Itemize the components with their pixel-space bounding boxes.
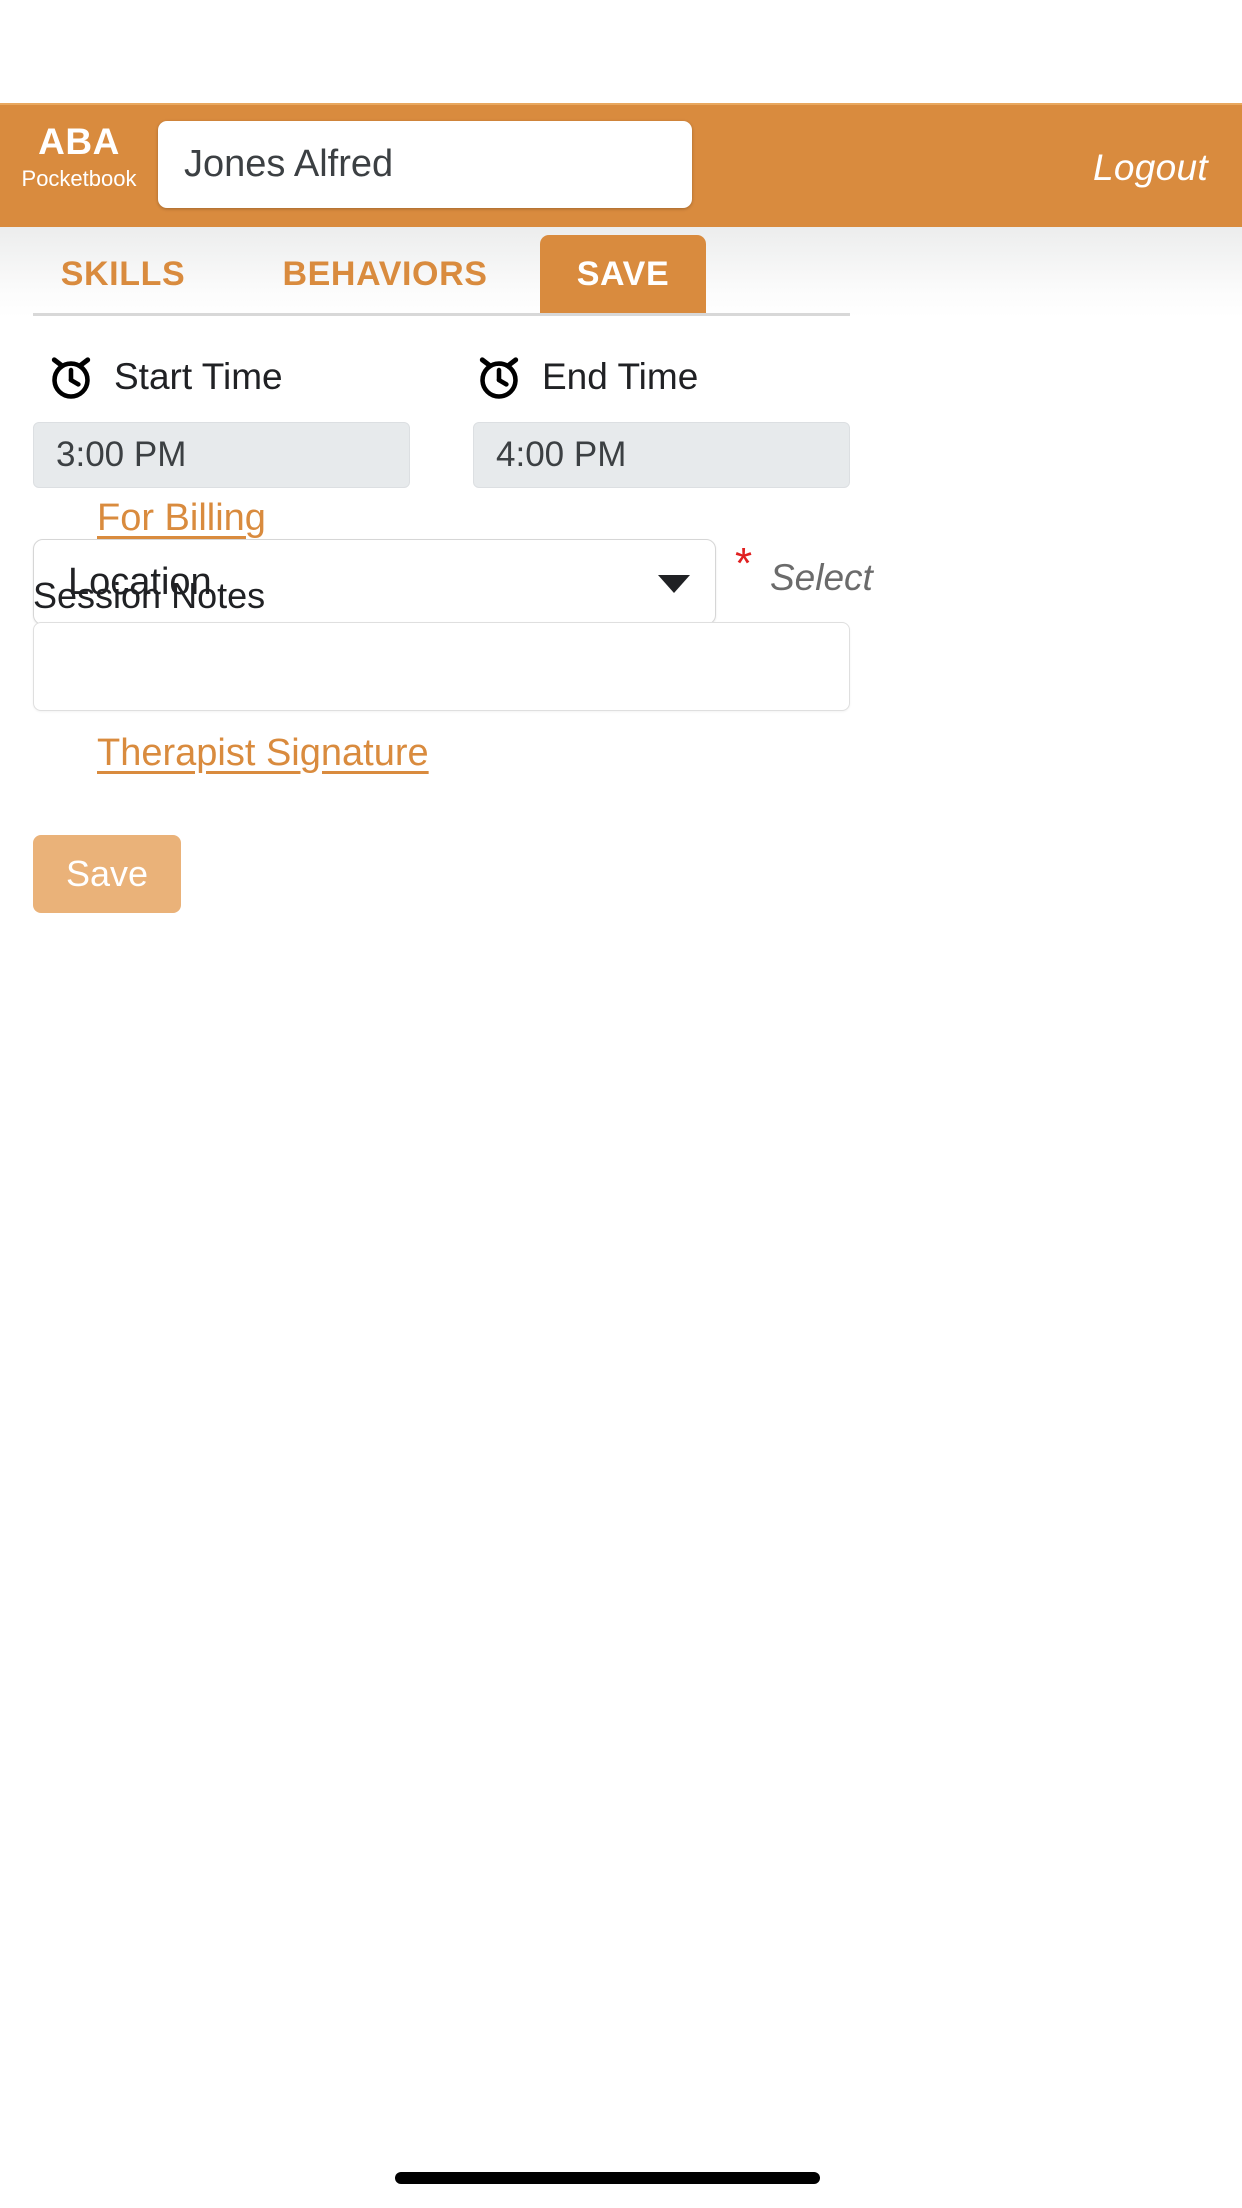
- brand-subtitle: Pocketbook: [21, 166, 137, 191]
- logout-button[interactable]: Logout: [1093, 147, 1208, 189]
- tab-behaviors[interactable]: BEHAVIORS: [240, 235, 530, 313]
- start-time-input[interactable]: [33, 422, 410, 488]
- end-time-label: End Time: [542, 356, 699, 397]
- location-required-marker: *: [735, 539, 753, 588]
- brand-title: ABA: [38, 121, 120, 162]
- time-row: Start Time End Time: [0, 347, 1242, 488]
- alarm-clock-icon: [479, 357, 519, 399]
- tab-bar-divider: [33, 313, 850, 316]
- start-time-label-group: Start Time: [45, 347, 283, 407]
- client-name-input[interactable]: [158, 121, 692, 208]
- start-time-label: Start Time: [114, 356, 283, 397]
- session-notes-label: Session Notes: [33, 575, 266, 616]
- app-screen: ABA Pocketbook Logout SKILLS BEHAVIORS S…: [0, 0, 1242, 2208]
- for-billing-link[interactable]: For Billing: [97, 497, 266, 540]
- therapist-signature-link[interactable]: Therapist Signature: [97, 732, 429, 775]
- location-select-hint: Select: [770, 557, 873, 598]
- tab-save[interactable]: SAVE: [540, 235, 706, 313]
- alarm-clock-icon: [51, 357, 91, 399]
- status-bar-area: [0, 0, 1242, 103]
- tab-skills[interactable]: SKILLS: [34, 235, 212, 313]
- save-button[interactable]: Save: [33, 835, 181, 913]
- home-indicator: [395, 2172, 820, 2184]
- app-brand: ABA Pocketbook: [0, 121, 158, 193]
- end-time-label-group: End Time: [473, 347, 698, 407]
- session-notes-input[interactable]: [33, 622, 850, 711]
- app-header: ABA Pocketbook Logout: [0, 103, 1242, 227]
- end-time-input[interactable]: [473, 422, 850, 488]
